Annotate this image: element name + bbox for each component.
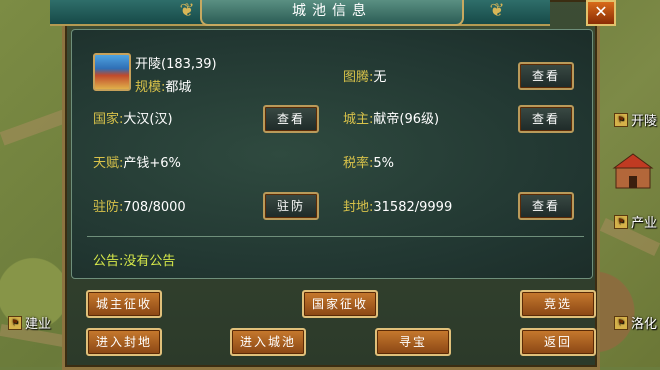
totem-value: 无 xyxy=(373,70,387,85)
flag-icon: ⚑ xyxy=(8,315,22,330)
compete-button[interactable]: 竞选 xyxy=(520,290,596,318)
map-city-label-luohua[interactable]: ⚑ 洛化 xyxy=(614,313,657,332)
view-totem-button[interactable]: 查看 xyxy=(518,62,574,90)
garrison-row: 驻防:708/8000 xyxy=(93,196,186,215)
ornament-icon: ❦ xyxy=(179,0,195,21)
enter-city-button[interactable]: 进入城池 xyxy=(230,328,306,356)
lord-label: 城主: xyxy=(343,112,374,127)
notice-value: 没有公告 xyxy=(123,254,176,269)
garrison-button[interactable]: 驻防 xyxy=(263,192,319,220)
divider xyxy=(87,236,584,237)
totem-label: 图腾: xyxy=(343,70,374,85)
talent-label: 天赋: xyxy=(93,156,124,171)
lord-levy-button[interactable]: 城主征收 xyxy=(86,290,162,318)
lord-value: 献帝(96级) xyxy=(373,112,440,127)
view-country-button[interactable]: 查看 xyxy=(263,105,319,133)
map-city-label-jianye[interactable]: ⚑ 建业 xyxy=(8,313,51,332)
totem-row: 图腾:无 xyxy=(343,66,386,85)
country-levy-button[interactable]: 国家征收 xyxy=(302,290,378,318)
city-avatar-icon xyxy=(93,53,131,91)
notice-label: 公告: xyxy=(93,254,124,269)
fief-value: 31582/9999 xyxy=(373,200,453,215)
map-city-label-chanye[interactable]: ⚑ 产业 xyxy=(614,212,657,231)
view-lord-button[interactable]: 查看 xyxy=(518,105,574,133)
garrison-label: 驻防: xyxy=(93,200,124,215)
tax-label: 税率: xyxy=(343,156,374,171)
ornament-icon: ❦ xyxy=(489,0,505,21)
city-building-icon[interactable] xyxy=(612,150,654,190)
treasure-button[interactable]: 寻宝 xyxy=(375,328,451,356)
fief-label: 封地: xyxy=(343,200,374,215)
tax-value: 5% xyxy=(373,156,395,171)
close-button[interactable]: ✕ xyxy=(586,0,616,26)
enter-fief-button[interactable]: 进入封地 xyxy=(86,328,162,356)
country-value: 大汉(汉) xyxy=(123,112,173,127)
view-fief-button[interactable]: 查看 xyxy=(518,192,574,220)
talent-row: 天赋:产钱+6% xyxy=(93,152,181,171)
country-row: 国家:大汉(汉) xyxy=(93,108,173,127)
garrison-value: 708/8000 xyxy=(123,200,186,215)
flag-icon: ⚑ xyxy=(614,214,628,229)
talent-value: 产钱+6% xyxy=(123,156,181,171)
notice-row: 公告:没有公告 xyxy=(93,250,175,269)
scale-value: 都城 xyxy=(165,80,192,95)
map-city-label-kailing[interactable]: ⚑ 开陵 xyxy=(614,110,657,129)
city-name-coords: 开陵(183,39) xyxy=(135,57,217,72)
country-label: 国家: xyxy=(93,112,124,127)
fief-row: 封地:31582/9999 xyxy=(343,196,452,215)
back-button[interactable]: 返回 xyxy=(520,328,596,356)
flag-icon: ⚑ xyxy=(614,112,628,127)
lord-row: 城主:献帝(96级) xyxy=(343,108,439,127)
tax-row: 税率:5% xyxy=(343,152,394,171)
scale-label: 规模: xyxy=(135,80,166,95)
scale-row: 规模:都城 xyxy=(135,76,191,95)
flag-icon: ⚑ xyxy=(614,315,628,330)
dialog-title: 城池信息 xyxy=(200,0,464,26)
